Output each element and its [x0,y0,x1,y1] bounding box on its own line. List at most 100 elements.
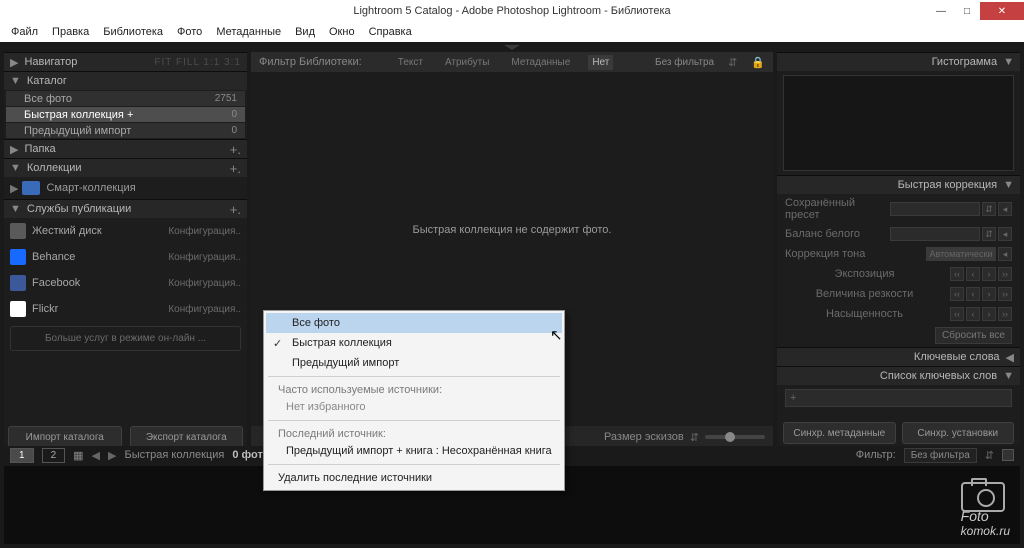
service-configure-link[interactable]: Конфигурация.. [168,252,241,263]
menu-file[interactable]: Файл [4,24,45,40]
service-icon [10,275,26,291]
ctx-item-quick-collection[interactable]: Быстрая коллекция [266,333,562,353]
increase-large-button[interactable]: ›› [998,267,1012,281]
increase-large-button[interactable]: ›› [998,287,1012,301]
decrease-large-button[interactable]: ‹‹ [950,287,964,301]
grid-view-icon[interactable]: ▦ [73,449,83,462]
expand-icon[interactable]: ◂ [998,227,1012,241]
service-configure-link[interactable]: Конфигурация.. [168,278,241,289]
add-publish-icon[interactable]: +. [230,202,241,217]
increase-button[interactable]: › [982,267,996,281]
increase-button[interactable]: › [982,287,996,301]
catalog-item-count: 0 [231,109,237,120]
increase-large-button[interactable]: ›› [998,307,1012,321]
qd-preset-select[interactable] [890,202,980,216]
ctx-item-all-photos[interactable]: Все фото [266,313,562,333]
catalog-panel-header[interactable]: ▼ Каталог [4,71,247,90]
smart-collection-row[interactable]: ▶ Смарт-коллекция [4,177,247,199]
qd-wb-select[interactable] [890,227,980,241]
filmstrip-filter-select[interactable]: Без фильтра [904,448,977,463]
navigator-panel-header[interactable]: ▶ Навигатор FIT FILL 1:1 3:1 [4,52,247,71]
disclosure-left-icon: ◀ [1006,351,1014,364]
disclosure-down-icon: ▼ [1003,370,1014,382]
top-panel-grip[interactable] [0,42,1024,52]
decrease-large-button[interactable]: ‹‹ [950,267,964,281]
keyword-list-panel-header[interactable]: Список ключевых слов ▼ [777,366,1020,385]
sync-settings-button[interactable]: Синхр. установки [902,422,1015,444]
chevron-icon[interactable]: ⇵ [982,202,996,216]
quick-develop-panel-header[interactable]: Быстрая коррекция ▼ [777,175,1020,194]
qd-tone-row: Коррекция тона Автоматически◂ [777,244,1020,264]
publish-service-row[interactable]: FacebookКонфигурация.. [4,270,247,296]
add-collection-icon[interactable]: +. [230,161,241,176]
publish-service-row[interactable]: BehanceКонфигурация.. [4,244,247,270]
qd-tone-auto-button[interactable]: Автоматически [926,247,996,261]
increase-button[interactable]: › [982,307,996,321]
keyword-list-label: Список ключевых слов [880,370,997,382]
menu-view[interactable]: Вид [288,24,322,40]
service-configure-link[interactable]: Конфигурация.. [168,226,241,237]
ctx-item-prev-import[interactable]: Предыдущий импорт [266,353,562,373]
decrease-button[interactable]: ‹ [966,267,980,281]
import-catalog-button[interactable]: Импорт каталога [8,426,122,448]
close-button[interactable]: ✕ [980,2,1024,20]
catalog-item-label: Предыдущий импорт [24,125,131,137]
catalog-item[interactable]: Быстрая коллекция +0 [6,107,245,122]
navigator-label: Навигатор [24,56,77,68]
decrease-button[interactable]: ‹ [966,287,980,301]
collections-panel-header[interactable]: ▼ Коллекции +. [4,158,247,177]
sync-metadata-button[interactable]: Синхр. метаданные [783,422,896,444]
keyword-filter-input[interactable]: + [785,389,1012,407]
thumb-size-slider[interactable] [705,435,765,439]
filter-dropdown-icon[interactable]: ⇵ [985,449,994,462]
catalog-item-count: 0 [231,125,237,136]
ctx-freq-label: Часто используемые источники: [266,380,562,398]
catalog-item[interactable]: Все фото2751 [6,91,245,106]
nav-fwd-icon[interactable]: ▶ [108,449,116,462]
disclosure-down-icon: ▼ [1003,56,1014,68]
export-catalog-button[interactable]: Экспорт каталога [130,426,244,448]
disclosure-down-icon: ▼ [1003,179,1014,191]
menu-photo[interactable]: Фото [170,24,209,40]
qd-exposure-row: Экспозиция ‹‹‹››› [777,264,1020,284]
keywords-panel-header[interactable]: Ключевые слова ◀ [777,347,1020,366]
menu-bar: Файл Правка Библиотека Фото Метаданные В… [0,22,1024,42]
catalog-item[interactable]: Предыдущий импорт 0 [6,123,245,138]
histogram-panel-header[interactable]: Гистограмма ▼ [777,52,1020,71]
decrease-large-button[interactable]: ‹‹ [950,307,964,321]
publish-service-row[interactable]: Flickr Конфигурация.. [4,296,247,322]
publish-panel-header[interactable]: ▼ Службы публикации +. [4,199,247,218]
expand-icon[interactable]: ◂ [998,202,1012,216]
decrease-button[interactable]: ‹ [966,307,980,321]
qd-saturation-row: Насыщенность ‹‹‹››› [777,304,1020,324]
menu-metadata[interactable]: Метаданные [209,24,288,40]
ctx-clear-recent[interactable]: Удалить последние источники [266,468,562,488]
chevron-icon[interactable]: ⇵ [982,227,996,241]
service-icon [10,301,26,317]
folder-panel-header[interactable]: ▶ Папка +. [4,139,247,158]
add-folder-icon[interactable]: +. [230,142,241,157]
navigator-zoom-options[interactable]: FIT FILL 1:1 3:1 [154,57,241,68]
publish-service-row[interactable]: Жесткий дискКонфигурация.. [4,218,247,244]
menu-window[interactable]: Окно [322,24,362,40]
disclosure-down-icon: ▼ [10,75,21,87]
menu-library[interactable]: Библиотека [96,24,170,40]
screen-one-button[interactable]: 1 [10,448,34,463]
filmstrip-path[interactable]: Быстрая коллекция [124,449,224,461]
service-configure-link[interactable]: Конфигурация.. [168,304,241,315]
qd-reset-button[interactable]: Сбросить все [935,327,1012,344]
disclosure-down-icon: ▼ [10,203,21,215]
more-services-button[interactable]: Больше услуг в режиме он-лайн ... [10,326,241,351]
source-context-menu: Все фото Быстрая коллекция Предыдущий им… [263,310,565,491]
nav-back-icon[interactable]: ◀ [92,449,100,462]
service-label: Flickr [32,303,58,315]
minimize-button[interactable]: — [928,2,954,20]
menu-help[interactable]: Справка [362,24,419,40]
window-titlebar: Lightroom 5 Catalog - Adobe Photoshop Li… [0,0,1024,22]
screen-two-button[interactable]: 2 [42,448,66,463]
filter-switch-icon[interactable] [1002,449,1014,461]
ctx-last-source[interactable]: Предыдущий импорт + книга : Несохранённа… [266,442,562,461]
expand-icon[interactable]: ◂ [998,247,1012,261]
maximize-button[interactable]: □ [954,2,980,20]
menu-edit[interactable]: Правка [45,24,96,40]
